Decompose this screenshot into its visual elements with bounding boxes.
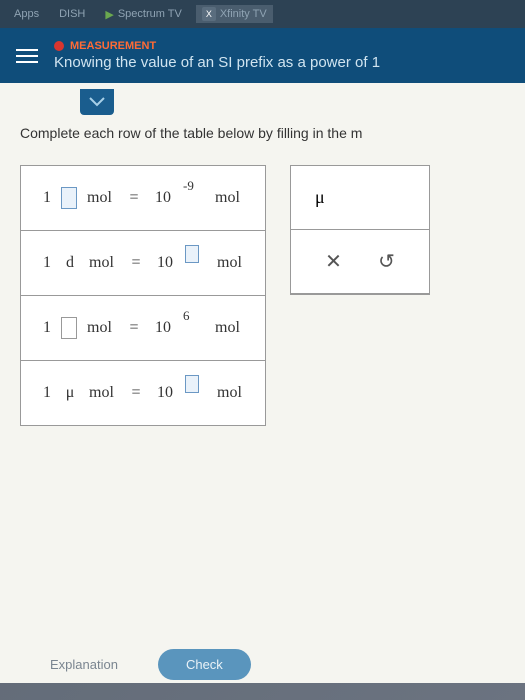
- bookmark-spectrum[interactable]: ▶ Spectrum TV: [99, 6, 187, 23]
- clear-button[interactable]: ✕: [325, 249, 342, 274]
- page-title: Knowing the value of an SI prefix as a p…: [54, 54, 509, 71]
- exponent-input[interactable]: [185, 245, 199, 263]
- check-button[interactable]: Check: [158, 649, 251, 680]
- close-icon: X: [202, 7, 216, 21]
- explanation-button[interactable]: Explanation: [50, 657, 118, 672]
- bookmark-xfinity[interactable]: X Xfinity TV: [196, 5, 273, 23]
- problem-table: 1 mol = 10 -9 mol 1 d mol = 10 mol 1: [20, 165, 266, 426]
- menu-icon[interactable]: [16, 49, 38, 63]
- category-label: MEASUREMENT: [54, 40, 509, 52]
- toolbox-panel: μ ✕ ↺: [290, 165, 430, 295]
- instruction-text: Complete each row of the table below by …: [20, 125, 505, 141]
- table-row: 1 mol = 10 6 mol: [21, 296, 265, 361]
- chevron-down-icon: [89, 97, 105, 107]
- table-row: 1 d mol = 10 mol: [21, 231, 265, 296]
- bookmark-apps[interactable]: Apps: [8, 6, 45, 22]
- expand-button[interactable]: [80, 89, 114, 115]
- work-area: 1 mol = 10 -9 mol 1 d mol = 10 mol 1: [20, 165, 505, 426]
- bookmark-dish[interactable]: DISH: [53, 6, 91, 22]
- table-row: 1 μ mol = 10 mol: [21, 361, 265, 425]
- mu-symbol-button[interactable]: μ: [291, 166, 429, 230]
- header-text: MEASUREMENT Knowing the value of an SI p…: [54, 40, 509, 71]
- app-header: MEASUREMENT Knowing the value of an SI p…: [0, 28, 525, 83]
- bottom-actions: Explanation Check: [50, 649, 251, 680]
- content-area: Complete each row of the table below by …: [0, 83, 525, 683]
- prefix-input[interactable]: [61, 317, 77, 339]
- browser-bookmarks-bar: Apps DISH ▶ Spectrum TV X Xfinity TV: [0, 0, 525, 28]
- reset-button[interactable]: ↺: [378, 249, 395, 274]
- prefix-input[interactable]: [61, 187, 77, 209]
- table-row: 1 mol = 10 -9 mol: [21, 166, 265, 231]
- exponent-input[interactable]: [185, 375, 199, 393]
